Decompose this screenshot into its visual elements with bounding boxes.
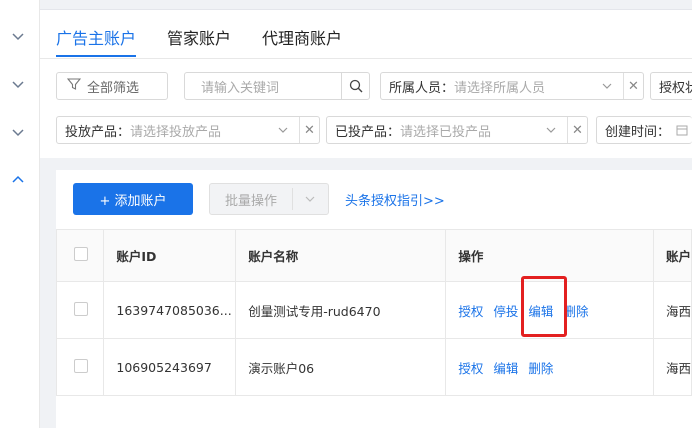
select-all-cell [55,229,105,282]
chevron-down-icon [304,193,316,209]
add-account-button[interactable]: + 添加账户 [73,183,193,215]
table-row: 106905243697 演示账户06 授权 编辑 删除 海西 [55,338,692,396]
account-id-cell: 106905243697 [103,338,237,396]
search-icon[interactable] [341,73,369,99]
owner-select[interactable]: 所属人员： 请选择所属人员 ✕ [380,72,644,100]
created-time-picker[interactable]: 创建时间： [596,116,692,144]
all-filters-label: 全部筛选 [87,80,140,96]
keyword-search[interactable]: 请输入关键词 [184,72,370,100]
clear-icon[interactable]: ✕ [623,73,643,99]
edit-link[interactable]: 编辑 [528,304,553,319]
clear-icon[interactable]: ✕ [567,117,587,143]
actions-cell: 授权 停投 编辑 删除 [445,281,654,339]
authorize-link[interactable]: 授权 [458,361,483,376]
account-id-cell: 1639747085036... [103,281,237,339]
select-all-checkbox[interactable] [74,247,88,261]
search-input[interactable]: 请输入关键词 [185,77,279,96]
row-checkbox[interactable] [74,301,88,316]
created-time-label: 创建时间： [605,124,671,140]
accounts-table: 账户ID 账户名称 操作 账户 1639747085036... 创量测试专用-… [55,229,692,396]
header-account-id: 账户ID [103,229,237,282]
account-tabs: 广告主账户 管家账户 代理商账户 [56,22,373,60]
table-area: + 添加账户 批量操作 头条授权指引>> 账户ID 账户名称 操作 账户 163… [40,158,692,428]
chevron-down-icon [277,124,289,136]
launched-product-select[interactable]: 已投产品： 请选择已投产品 ✕ [326,116,588,144]
product-label: 投放产品： [65,124,131,140]
chevron-down-icon[interactable] [10,124,26,140]
tabs-divider [40,58,692,59]
pause-link[interactable]: 停投 [493,304,518,319]
header-actions: 操作 [445,229,654,282]
app-root: 广告主账户 管家账户 代理商账户 全部筛选 请输入关键词 所属人员： 请选择所属… [0,0,692,428]
header-account-name: 账户名称 [235,229,447,282]
account-extra-cell: 海西 [652,281,692,339]
clear-icon[interactable]: ✕ [299,117,319,143]
calendar-icon [676,124,688,140]
actions-cell: 授权 编辑 删除 [445,338,654,396]
owner-placeholder: 请选择所属人员 [454,80,546,96]
chevron-down-icon[interactable] [10,76,26,92]
account-name-cell: 创量测试专用-rud6470 [235,281,447,339]
batch-ops-label: 批量操作 [225,193,278,209]
edit-link[interactable]: 编辑 [493,361,518,376]
table-row: 1639747085036... 创量测试专用-rud6470 授权 停投 编辑 删除… [55,281,692,339]
account-extra-cell: 海西 [652,338,692,396]
header-account-extra: 账户 [652,229,692,282]
divider [292,188,293,210]
launched-product-placeholder: 请选择已投产品 [400,124,492,140]
row-select-cell [55,281,105,339]
row-checkbox[interactable] [74,358,88,373]
chevron-down-icon [545,124,557,136]
chevron-up-icon[interactable] [10,172,26,188]
product-placeholder: 请选择投放产品 [130,124,222,140]
chevron-down-icon [601,80,613,92]
filter-panel: 广告主账户 管家账户 代理商账户 全部筛选 请输入关键词 所属人员： 请选择所属… [40,10,692,158]
authorize-link[interactable]: 授权 [458,304,483,319]
account-name-cell: 演示账户06 [235,338,447,396]
sidebar [0,0,40,428]
product-select[interactable]: 投放产品： 请选择投放产品 ✕ [56,116,320,144]
auth-guide-link[interactable]: 头条授权指引>> [345,190,445,209]
funnel-icon [66,77,82,95]
accounts-card: + 添加账户 批量操作 头条授权指引>> 账户ID 账户名称 操作 账户 163… [55,170,692,428]
top-strip [40,0,692,10]
owner-label: 所属人员： [389,80,455,96]
tab-agent-accounts[interactable]: 代理商账户 [262,22,342,57]
table-header-row: 账户ID 账户名称 操作 账户 [55,229,692,282]
launched-product-label: 已投产品： [335,124,401,140]
auth-status-label: 授权状 [659,80,692,96]
chevron-down-icon[interactable] [10,28,26,44]
row-select-cell [55,338,105,396]
auth-status-select[interactable]: 授权状 [650,72,692,100]
delete-link[interactable]: 删除 [563,304,588,319]
batch-ops-dropdown[interactable]: 批量操作 [209,183,329,215]
delete-link[interactable]: 删除 [528,361,553,376]
all-filters-button[interactable]: 全部筛选 [56,72,168,100]
tab-manager-accounts[interactable]: 管家账户 [167,22,231,57]
tab-advertiser-accounts[interactable]: 广告主账户 [56,22,137,57]
